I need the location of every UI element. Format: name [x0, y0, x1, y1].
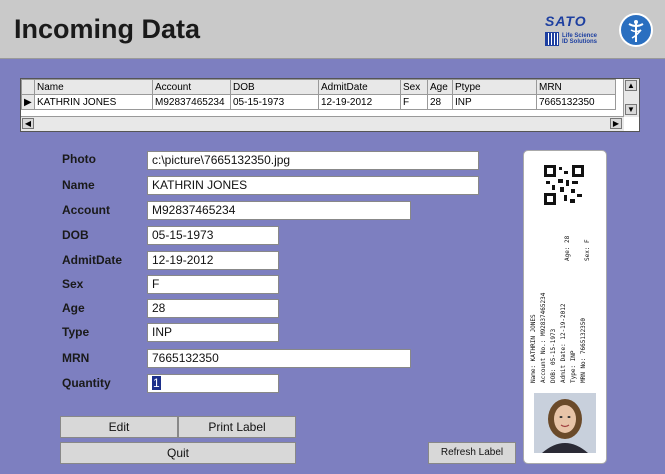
label-dob-text: DOB: 05-15-1973 [550, 328, 557, 383]
label-admit-text: Admit Date: 12-19-2012 [560, 303, 567, 383]
scroll-up-icon[interactable]: ▲ [625, 80, 637, 91]
patient-table: Name Account DOB AdmitDate Sex Age Ptype… [21, 79, 616, 110]
table-cell[interactable]: 05-15-1973 [230, 94, 319, 110]
label-mrn-text: MRN No: 7665132350 [580, 317, 587, 383]
type-field[interactable]: INP [147, 323, 279, 342]
column-header[interactable]: DOB [230, 79, 319, 95]
refresh-label-button[interactable]: Refresh Label [428, 442, 516, 464]
table-cell[interactable]: M92837465234 [152, 94, 231, 110]
row-selector-icon[interactable]: ▶ [21, 94, 35, 110]
column-header[interactable]: Sex [400, 79, 428, 95]
quantity-value: 1 [152, 376, 161, 390]
quantity-label: Quantity [62, 376, 111, 390]
account-field[interactable]: M92837465234 [147, 201, 411, 220]
sex-label: Sex [62, 277, 84, 291]
label-name-text: Name: KATHRIN JONES [530, 314, 537, 383]
quit-button[interactable]: Quit [60, 442, 296, 464]
label-sex-text: Sex: F [584, 239, 591, 261]
qr-code-icon [544, 165, 584, 205]
horizontal-scrollbar[interactable]: ◀ ▶ [21, 116, 624, 131]
sato-logo: SATO Life Science ID Solutions [541, 12, 653, 50]
scroll-left-icon[interactable]: ◀ [22, 118, 34, 129]
name-field[interactable]: KATHRIN JONES [147, 176, 479, 195]
admitdate-label: AdmitDate [62, 253, 123, 267]
mrn-field[interactable]: 7665132350 [147, 349, 411, 368]
age-label: Age [62, 301, 85, 315]
logo-brand: SATO [545, 13, 587, 29]
table-cell[interactable]: 7665132350 [536, 94, 616, 110]
column-header[interactable]: Name [34, 79, 153, 95]
table-cell[interactable]: 28 [427, 94, 453, 110]
label-preview: Age: 28 Sex: F Name: KATHRIN JONES Accou… [523, 150, 607, 464]
scroll-down-icon[interactable]: ▼ [625, 104, 637, 115]
label-type-text: Type: INP [570, 350, 577, 383]
account-label: Account [62, 203, 110, 217]
admitdate-field[interactable]: 12-19-2012 [147, 251, 279, 270]
table-cell[interactable]: F [400, 94, 428, 110]
type-label: Type [62, 325, 90, 339]
logo-line2: ID Solutions [562, 39, 597, 45]
age-field[interactable]: 28 [147, 299, 279, 318]
sex-field[interactable]: F [147, 275, 279, 294]
dob-field[interactable]: 05-15-1973 [147, 226, 279, 245]
header-bar: Incoming Data SATO Life Science ID Solut… [0, 0, 665, 59]
table-row[interactable]: ▶ KATHRIN JONES M92837465234 05-15-1973 … [21, 94, 616, 110]
column-header[interactable]: MRN [536, 79, 616, 95]
print-label-button[interactable]: Print Label [178, 416, 296, 438]
table-cell[interactable]: 12-19-2012 [318, 94, 401, 110]
logo-grid-icon [545, 32, 559, 46]
scroll-right-icon[interactable]: ▶ [610, 118, 622, 129]
table-cell[interactable]: INP [452, 94, 537, 110]
dob-label: DOB [62, 228, 89, 242]
table-header-row: Name Account DOB AdmitDate Sex Age Ptype… [21, 79, 616, 95]
caduceus-icon [619, 13, 653, 47]
label-account-text: Account No.: M92837465234 [540, 292, 547, 383]
column-header[interactable]: AdmitDate [318, 79, 401, 95]
edit-button[interactable]: Edit [60, 416, 178, 438]
column-header[interactable]: Ptype [452, 79, 537, 95]
photo-label: Photo [62, 152, 96, 166]
name-label: Name [62, 178, 95, 192]
column-header[interactable]: Age [427, 79, 453, 95]
patient-photo [534, 393, 596, 453]
quantity-field[interactable]: 1 [147, 374, 279, 393]
label-age-text: Age: 28 [564, 235, 571, 261]
photo-field[interactable]: c:\picture\7665132350.jpg [147, 151, 479, 170]
column-header[interactable]: Account [152, 79, 231, 95]
mrn-label: MRN [62, 351, 90, 365]
page-title: Incoming Data [14, 14, 201, 44]
vertical-scrollbar[interactable]: ▲ ▼ [623, 79, 639, 117]
table-cell[interactable]: KATHRIN JONES [34, 94, 153, 110]
patient-grid[interactable]: Name Account DOB AdmitDate Sex Age Ptype… [20, 78, 640, 132]
